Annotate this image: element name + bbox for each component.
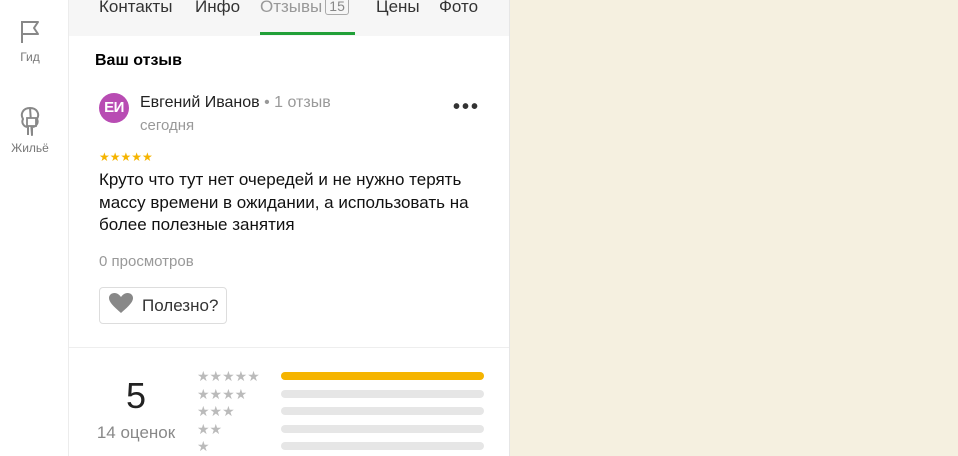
section-title: Ваш отзыв [95, 52, 182, 69]
tab-bar: Контакты Инфо Отзывы 15 Цены Фото [69, 0, 509, 36]
author-review-count: • 1 отзыв [259, 94, 331, 111]
distribution-stars: ★★★★ [197, 385, 248, 402]
active-tab-indicator [260, 32, 355, 35]
divider [69, 347, 509, 348]
tab-contacts[interactable]: Контакты [99, 0, 172, 17]
tabs-fade [479, 0, 509, 36]
place-panel: Контакты Инфо Отзывы 15 Цены Фото Ваш отз… [69, 0, 510, 456]
reviews-count-badge: 15 [325, 0, 349, 15]
left-rail: Гид Жильё [0, 0, 69, 456]
sidebar-item-guide[interactable]: Гид [0, 18, 60, 64]
sidebar-item-label: Жильё [11, 141, 49, 155]
more-options-icon[interactable]: ••• [453, 96, 480, 119]
review-stars: ★★★★★ [99, 150, 153, 164]
distribution-stars: ★ [197, 438, 210, 454]
tab-prices[interactable]: Цены [376, 0, 420, 17]
distribution-stars: ★★ [197, 420, 223, 437]
distribution-stars: ★★★ [197, 403, 235, 419]
author-name[interactable]: Евгений Иванов [140, 94, 260, 111]
useful-button[interactable]: Полезно? [99, 287, 228, 324]
tab-reviews[interactable]: Отзывы 15 [260, 0, 349, 17]
rating-average: 5 [125, 375, 147, 416]
distribution-bar [281, 372, 484, 380]
review-author: Евгений Иванов • 1 отзыв [140, 94, 331, 112]
tab-info[interactable]: Инфо [195, 0, 240, 17]
flag-icon [0, 18, 60, 46]
distribution-bar [281, 442, 484, 450]
distribution-bar [281, 389, 484, 398]
sidebar-item-housing[interactable]: Жильё [0, 105, 60, 155]
review-text: Круто что тут нет очередей и не нужно те… [99, 170, 469, 234]
distribution-bar [281, 424, 484, 433]
rating-count: 14 оценок [96, 423, 176, 442]
avatar[interactable]: ЕИ [99, 93, 129, 123]
review-views: 0 просмотров [99, 253, 194, 270]
useful-label: Полезно? [142, 295, 219, 315]
sidebar-item-label: Гид [20, 50, 40, 64]
distribution-bar-fill [281, 372, 484, 380]
heart-icon [108, 292, 142, 319]
tab-photos[interactable]: Фото [439, 0, 478, 17]
distribution-stars: ★★★★★ [197, 368, 260, 384]
tree-house-icon [0, 105, 60, 137]
review-date: сегодня [140, 117, 195, 134]
distribution-bar [281, 407, 484, 415]
